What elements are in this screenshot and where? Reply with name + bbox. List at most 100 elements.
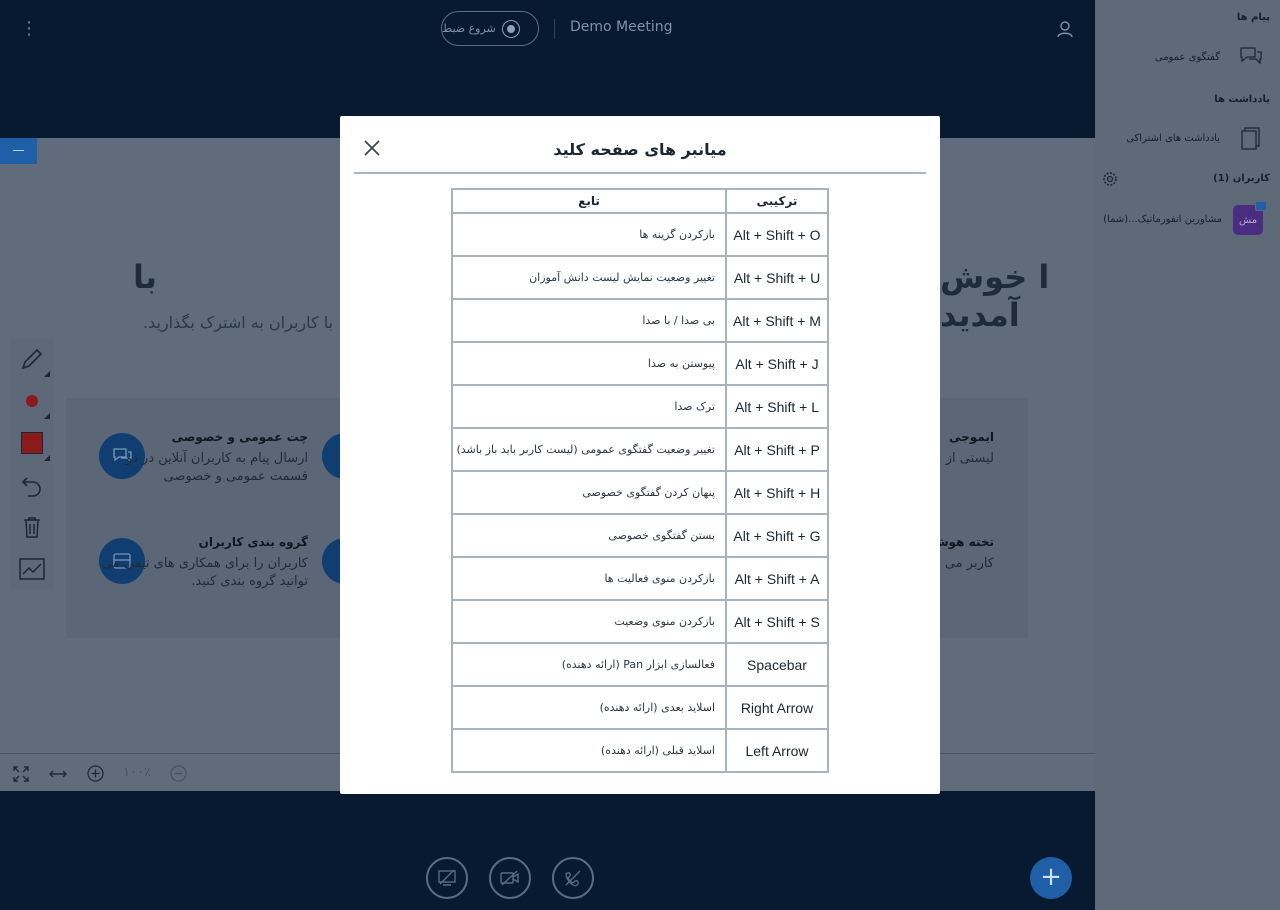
- messages-header: پیام ها: [1236, 12, 1270, 23]
- color-swatch-icon: [21, 432, 43, 454]
- shortcut-combo: Alt + Shift + O: [725, 212, 829, 257]
- trash-icon: [24, 517, 40, 538]
- close-icon[interactable]: [362, 138, 382, 158]
- shortcut-function: پیوستن به صدا: [451, 341, 727, 386]
- meeting-title: Demo Meeting: [570, 19, 673, 35]
- table-row: Alt + Shift + G بستن گفتگوی خصوصی: [451, 513, 829, 558]
- table-row: Alt + Shift + J پیوستن به صدا: [451, 341, 829, 386]
- column-header-function: تابع: [451, 188, 727, 214]
- shortcut-function: بی صدا / با صدا: [451, 298, 727, 343]
- zoom-in-icon[interactable]: [87, 765, 104, 782]
- feature-groups: گروه بندی کاربران کاربران را برای همکاری…: [88, 535, 308, 591]
- undo-tool[interactable]: [11, 464, 53, 506]
- shared-notes-item[interactable]: یادداشت های اشتراکی: [1126, 133, 1220, 144]
- shortcut-function: بازکردن گزینه ها: [451, 212, 727, 257]
- feature-groups-title: گروه بندی کاربران: [198, 535, 308, 549]
- record-icon: [501, 19, 520, 38]
- title-separator: [554, 19, 555, 39]
- zoom-out-icon[interactable]: [170, 765, 187, 782]
- feature-groups-text: کاربران را برای همکاری های تیمی می توانی…: [101, 556, 308, 589]
- shortcut-function: بازکردن منوی فعالیت ها: [451, 556, 727, 601]
- users-header: کاربران (1): [1213, 173, 1270, 184]
- pencil-icon: [21, 348, 43, 370]
- screen-share-off-icon: [438, 869, 456, 886]
- undo-icon: [21, 477, 41, 497]
- shortcut-function: بازکردن منوی وضعیت: [451, 599, 727, 644]
- table-row: Alt + Shift + O بازکردن گزینه ها: [451, 212, 829, 257]
- table-row: Alt + Shift + H پنهان کردن گفتگوی خصوصی: [451, 470, 829, 515]
- join-audio-button[interactable]: [552, 857, 594, 899]
- welcome-heading-left: با: [133, 258, 158, 296]
- table-row: Alt + Shift + M بی صدا / با صدا: [451, 298, 829, 343]
- phone-off-icon: [565, 870, 581, 887]
- table-row: Spacebar فعالسازی ابزار Pan (ارائه دهنده): [451, 642, 829, 687]
- chat-icon: [1240, 47, 1262, 65]
- multi-user-tool[interactable]: [11, 548, 53, 590]
- clear-tool[interactable]: [11, 506, 53, 548]
- notes-header: یادداشت ها: [1214, 94, 1270, 105]
- fullscreen-icon[interactable]: [13, 766, 29, 782]
- share-screen-button[interactable]: [426, 857, 468, 899]
- dot-icon: [26, 395, 38, 407]
- share-webcam-button[interactable]: [489, 857, 531, 899]
- record-label: شروع ضبط: [442, 22, 496, 35]
- start-recording-button[interactable]: شروع ضبط: [441, 11, 539, 46]
- actions-plus-button[interactable]: +: [1030, 857, 1072, 899]
- avatar-initials: مش: [1238, 214, 1258, 226]
- shortcut-function: تغییر وضعیت نمایش لیست دانش آموزان: [451, 255, 727, 300]
- table-row: Alt + Shift + P تغییر وضعیت گفتگوی عمومی …: [451, 427, 829, 472]
- table-row: Right Arrow اسلاید بعدی (ارائه دهنده): [451, 685, 829, 730]
- color-tool[interactable]: [11, 422, 53, 464]
- feature-chat-text: ارسال پیام به کاربران آنلاین در دو قسمت …: [125, 451, 308, 484]
- more-options-icon[interactable]: ⋮: [20, 18, 38, 40]
- feature-chat: چت عمومی و خصوصی ارسال پیام به کاربران آ…: [88, 430, 308, 486]
- presenter-badge-icon: [1255, 201, 1267, 211]
- column-header-combo: ترکیبی: [725, 188, 829, 214]
- shortcut-function: بستن گفتگوی خصوصی: [451, 513, 727, 558]
- user-icon[interactable]: [1056, 20, 1074, 38]
- user-list-panel: پیام ها گفتگوی عمومی یادداشت ها یادداشت …: [1095, 0, 1280, 910]
- shortcut-combo: Right Arrow: [725, 685, 829, 730]
- minimize-presentation-button[interactable]: —: [0, 138, 37, 164]
- public-chat-item[interactable]: گفتگوی عمومی: [1155, 52, 1220, 63]
- shortcut-combo: Alt + Shift + L: [725, 384, 829, 429]
- welcome-heading-right: ا خوش آمدید: [940, 258, 1050, 334]
- user-name[interactable]: مشاورین انفورماتیک...(شما): [1103, 214, 1222, 225]
- modal-divider: [354, 172, 926, 174]
- shortcut-function: اسلاید بعدی (ارائه دهنده): [451, 685, 727, 730]
- feature-chat-title: چت عمومی و خصوصی: [171, 430, 308, 444]
- shortcut-combo: Alt + Shift + J: [725, 341, 829, 386]
- table-row: Alt + Shift + U تغییر وضعیت نمایش لیست دا…: [451, 255, 829, 300]
- notes-icon: [1241, 127, 1260, 150]
- fit-width-icon[interactable]: [48, 766, 68, 782]
- shortcut-combo: Alt + Shift + A: [725, 556, 829, 601]
- table-row: Alt + Shift + L ترک صدا: [451, 384, 829, 429]
- shortcut-combo: Alt + Shift + S: [725, 599, 829, 644]
- shortcuts-table: ترکیبی تابع Alt + Shift + O بازکردن گزینه…: [451, 188, 829, 773]
- bottom-action-bar: [0, 791, 1095, 910]
- camera-off-icon: [500, 870, 519, 886]
- zoom-level: ۱۰۰٪: [123, 765, 151, 780]
- modal-title: میانبر های صفحه کلید: [553, 140, 727, 159]
- shortcut-combo: Alt + Shift + P: [725, 427, 829, 472]
- welcome-subtitle: با کاربران به اشترک بگذارید.: [143, 313, 334, 332]
- table-row: Alt + Shift + A بازکردن منوی فعالیت ها: [451, 556, 829, 601]
- pencil-tool[interactable]: [11, 338, 53, 380]
- shortcut-combo: Alt + Shift + U: [725, 255, 829, 300]
- shortcut-combo: Left Arrow: [725, 728, 829, 773]
- shortcut-combo: Alt + Shift + H: [725, 470, 829, 515]
- shortcut-combo: Spacebar: [725, 642, 829, 687]
- avatar[interactable]: مش: [1233, 201, 1267, 235]
- shortcut-function: پنهان کردن گفتگوی خصوصی: [451, 470, 727, 515]
- shortcuts-modal: میانبر های صفحه کلید ترکیبی تابع Alt + S…: [340, 116, 940, 794]
- settings-gear-icon[interactable]: [1102, 171, 1118, 187]
- chart-line-icon: [19, 558, 45, 580]
- size-tool[interactable]: [11, 380, 53, 422]
- table-row: Alt + Shift + S بازکردن منوی وضعیت: [451, 599, 829, 644]
- whiteboard-toolbar: [11, 338, 53, 590]
- shortcut-function: اسلاید قبلی (ارائه دهنده): [451, 728, 727, 773]
- shortcut-combo: Alt + Shift + G: [725, 513, 829, 558]
- shortcut-combo: Alt + Shift + M: [725, 298, 829, 343]
- table-row: Left Arrow اسلاید قبلی (ارائه دهنده): [451, 728, 829, 773]
- shortcut-function: ترک صدا: [451, 384, 727, 429]
